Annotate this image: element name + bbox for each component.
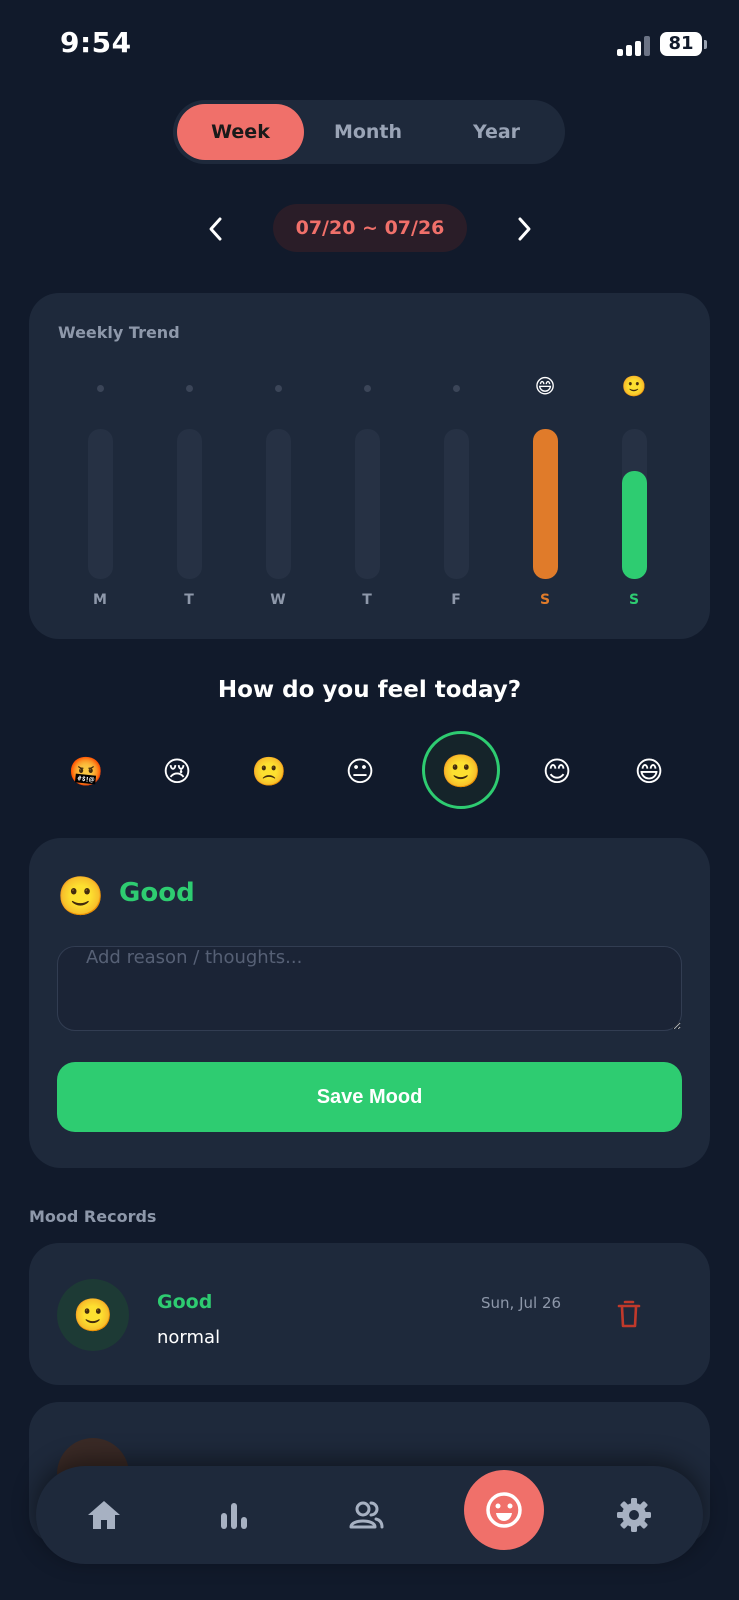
trend-day-label: M bbox=[93, 592, 107, 608]
trend-day-label: S bbox=[628, 592, 640, 608]
next-week-button[interactable] bbox=[509, 214, 539, 244]
trend-title: Weekly Trend bbox=[58, 323, 180, 342]
home-icon bbox=[88, 1501, 120, 1529]
trend-bar-track bbox=[266, 429, 291, 579]
tab-year[interactable]: Year bbox=[432, 104, 561, 160]
mood-question: How do you feel today? bbox=[217, 677, 522, 703]
mood-option-good[interactable]: 🙂 bbox=[422, 731, 500, 809]
trend-day-dot bbox=[186, 385, 193, 392]
tab-month[interactable]: Month bbox=[304, 104, 432, 160]
trend-day-dot bbox=[364, 385, 371, 392]
trend-day-emoji: 🙂 bbox=[621, 374, 647, 398]
people-icon bbox=[349, 1501, 384, 1529]
record-item[interactable]: 🙂 Good normal Sun, Jul 26 bbox=[29, 1243, 710, 1385]
trend-bar-fill bbox=[622, 471, 647, 579]
mood-option-happy[interactable]: 😊 bbox=[527, 742, 587, 802]
mood-option-furious[interactable]: 🤬 bbox=[56, 742, 116, 802]
trend-day-label: F bbox=[451, 592, 461, 608]
trend-day-label: S bbox=[539, 592, 551, 608]
trend-day-4: F bbox=[436, 373, 476, 613]
mood-option-great[interactable]: 😄 bbox=[619, 742, 679, 802]
trend-day-dot bbox=[453, 385, 460, 392]
trend-day-5: 😄 S bbox=[525, 373, 565, 613]
battery-cap bbox=[704, 40, 707, 49]
signal-icon bbox=[617, 36, 653, 56]
trend-bar-track bbox=[533, 429, 558, 579]
record-date: Sun, Jul 26 bbox=[481, 1294, 562, 1312]
trend-day-label: W bbox=[270, 592, 286, 608]
selected-mood-emoji: 🙂 bbox=[57, 874, 105, 918]
reason-input[interactable] bbox=[57, 946, 682, 1031]
trend-day-1: T bbox=[169, 373, 209, 613]
trend-bar-fill bbox=[533, 429, 558, 579]
trend-bar-track bbox=[355, 429, 380, 579]
delete-record-button[interactable] bbox=[616, 1299, 642, 1329]
record-mood-emoji: 🙂 bbox=[57, 1279, 129, 1351]
mood-option-sad[interactable]: 🙁 bbox=[239, 742, 299, 802]
mood-option-crying[interactable]: 😢 bbox=[147, 742, 207, 802]
trend-day-dot bbox=[97, 385, 104, 392]
status-time: 9:54 bbox=[60, 26, 132, 59]
battery-icon: 81 bbox=[660, 32, 702, 56]
trend-day-emoji: 😄 bbox=[534, 374, 556, 398]
nav-home[interactable] bbox=[84, 1495, 124, 1535]
mood-option-neutral[interactable]: 😐 bbox=[330, 742, 390, 802]
trend-bar-track bbox=[444, 429, 469, 579]
nav-settings[interactable] bbox=[614, 1495, 654, 1535]
status-bar: 9:54 81 bbox=[0, 0, 739, 90]
mood-icon bbox=[486, 1492, 522, 1528]
nav-stats[interactable] bbox=[214, 1495, 254, 1535]
trend-day-2: W bbox=[258, 373, 298, 613]
record-mood-label: Good bbox=[157, 1291, 213, 1313]
nav-people[interactable] bbox=[346, 1495, 386, 1535]
nav-mood[interactable] bbox=[464, 1470, 544, 1550]
trend-day-6: 🙂 S bbox=[614, 373, 654, 613]
bottom-nav bbox=[36, 1466, 703, 1564]
mood-entry-card: 🙂 Good Save Mood bbox=[29, 838, 710, 1168]
selected-mood-label: Good bbox=[119, 878, 195, 908]
trend-day-3: T bbox=[347, 373, 387, 613]
chevron-left-icon bbox=[209, 217, 222, 241]
trend-bar-track bbox=[88, 429, 113, 579]
stats-icon bbox=[221, 1503, 247, 1529]
previous-week-button[interactable] bbox=[201, 214, 231, 244]
save-mood-button[interactable]: Save Mood bbox=[57, 1062, 682, 1132]
period-selector: Week Month Year bbox=[173, 100, 565, 164]
trash-icon bbox=[617, 1300, 641, 1328]
trend-day-0: M bbox=[80, 373, 120, 613]
gear-icon bbox=[617, 1498, 651, 1532]
record-note: normal bbox=[157, 1327, 221, 1348]
trend-bar-track bbox=[177, 429, 202, 579]
weekly-trend-card: Weekly Trend M T W T F 😄 S 🙂 S bbox=[29, 293, 710, 639]
trend-day-label: T bbox=[362, 592, 372, 608]
trend-day-label: T bbox=[184, 592, 194, 608]
date-range: 07/20 ~ 07/26 bbox=[273, 204, 467, 252]
chevron-right-icon bbox=[518, 217, 531, 241]
trend-day-dot bbox=[275, 385, 282, 392]
records-title: Mood Records bbox=[29, 1207, 157, 1226]
tab-week[interactable]: Week bbox=[177, 104, 304, 160]
trend-bar-track bbox=[622, 429, 647, 579]
